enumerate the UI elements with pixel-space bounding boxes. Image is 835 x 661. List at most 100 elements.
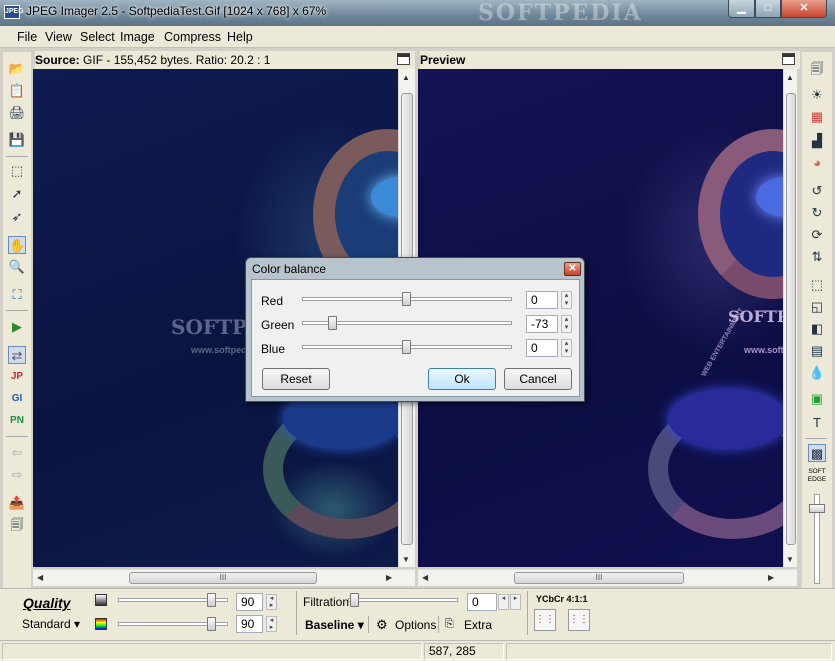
preview-watermark-url: www.softpedia.com	[744, 345, 783, 355]
title-bar[interactable]: JPEG JPEG Imager 2.5 - SoftpediaTest.Gif…	[0, 0, 835, 26]
crop-icon[interactable]: ⬚	[808, 276, 826, 294]
baseline-value: Baseline	[305, 618, 355, 632]
resize-icon[interactable]: ◱	[808, 298, 826, 316]
select-magic-icon[interactable]: ➶	[8, 208, 26, 226]
save-icon[interactable]: 💾	[8, 131, 26, 149]
preview-label: Preview	[420, 53, 466, 67]
green-input[interactable]: -73	[526, 315, 558, 333]
source-pane-header: Source: GIF - 155,452 bytes. Ratio: 20.2…	[35, 51, 415, 69]
color-grid-icon[interactable]: ▦	[808, 108, 826, 126]
green-box-icon[interactable]: ▣	[808, 390, 826, 408]
quality-input-2[interactable]: 90	[236, 615, 263, 633]
green-spin[interactable]: ▴ ▾	[561, 315, 572, 333]
tile-icon[interactable]: ▤	[808, 342, 826, 360]
scan-icon[interactable]: 🖨	[8, 104, 26, 122]
source-maximize-button[interactable]	[397, 53, 410, 65]
gif-format-icon[interactable]: GI	[8, 390, 26, 408]
rotate-icon[interactable]: ⟳	[808, 226, 826, 244]
filtration-spin-up[interactable]: ▸	[510, 594, 521, 610]
quality-spin-2[interactable]: ◂ ▸	[266, 616, 277, 632]
back-icon[interactable]: ⇦	[8, 444, 26, 462]
status-panel-3	[506, 643, 832, 660]
rotate-left-icon[interactable]: ↺	[808, 182, 826, 200]
source-horizontal-scrollbar[interactable]: ◀ III ▶	[33, 569, 415, 586]
menu-view[interactable]: View	[45, 30, 72, 44]
open-folder-icon[interactable]: 📂	[8, 60, 26, 78]
blue-slider[interactable]	[302, 340, 512, 354]
zoom-icon[interactable]: 🔍	[8, 258, 26, 276]
status-coords: 587, 285	[424, 643, 504, 660]
grayscale-icon	[95, 594, 107, 606]
export-icon[interactable]: 📤	[8, 494, 26, 512]
mirror-icon[interactable]: ◧	[808, 320, 826, 338]
subsampling-422-button[interactable]: ⋮⋮	[568, 609, 590, 631]
brightness-icon[interactable]: ☀	[808, 86, 826, 104]
color-icon	[95, 618, 107, 630]
green-slider[interactable]	[302, 316, 512, 330]
rotate-right-icon[interactable]: ↻	[808, 204, 826, 222]
menu-select[interactable]: Select	[80, 30, 115, 44]
hand-tool-icon[interactable]: ✋	[8, 236, 26, 254]
apply-icon[interactable]: ▶	[8, 318, 26, 336]
png-format-icon[interactable]: PN	[8, 412, 26, 430]
paste-icon[interactable]: 📋	[8, 82, 26, 100]
quality-spin-1[interactable]: ◂ ▸	[266, 594, 277, 610]
jpeg-format-icon[interactable]: JP	[8, 368, 26, 386]
histogram-icon[interactable]: ▟	[808, 132, 826, 150]
maximize-button[interactable]: □	[755, 0, 781, 18]
quality-slider-2[interactable]	[118, 617, 228, 631]
blue-label: Blue	[261, 342, 286, 356]
dialog-title: Color balance	[252, 262, 327, 276]
text-icon[interactable]: T	[808, 414, 826, 432]
select-lasso-icon[interactable]: ➚	[8, 185, 26, 203]
left-toolbar: 📂 📋 🖨 💾 ⬚ ➚ ➶ ✋ 🔍 ⛶ ▶ ⇄ JP GI PN ⇦ ⇨ 📤 🗐	[3, 52, 31, 637]
menu-help[interactable]: Help	[227, 30, 253, 44]
color-wheel-icon[interactable]: ◕	[808, 154, 826, 172]
preview-horizontal-scrollbar[interactable]: ◀ III ▶	[418, 569, 797, 586]
compare-icon[interactable]: ⇄	[8, 346, 26, 364]
quality-input-1[interactable]: 90	[236, 593, 263, 611]
cancel-button[interactable]: Cancel	[504, 368, 572, 390]
red-input[interactable]: 0	[526, 291, 558, 309]
preview-maximize-button[interactable]	[782, 53, 795, 65]
source-label: Source:	[35, 53, 80, 67]
copy-icon[interactable]: 🗐	[808, 60, 826, 78]
close-button[interactable]: ✕	[781, 0, 827, 18]
filtration-slider[interactable]	[348, 593, 458, 607]
select-rect-icon[interactable]: ⬚	[8, 162, 26, 180]
soft-edge-icon[interactable]: ▩	[808, 444, 826, 462]
filtration-input[interactable]: 0	[467, 593, 497, 611]
reset-button[interactable]: Reset	[262, 368, 330, 390]
menu-image[interactable]: Image	[120, 30, 155, 44]
fit-window-icon[interactable]: ⛶	[8, 286, 26, 304]
color-balance-dialog: Color balance ✕ Red 0 ▴ ▾ Green -73 ▴ ▾ Bl…	[245, 257, 585, 402]
green-label: Green	[261, 318, 295, 332]
menu-file[interactable]: File	[17, 30, 37, 44]
extra-icon: ⎘	[445, 618, 454, 630]
ok-button[interactable]: Ok	[428, 368, 496, 390]
forward-icon[interactable]: ⇨	[8, 466, 26, 484]
mode-dropdown[interactable]: Standard ▾	[22, 617, 80, 631]
red-label: Red	[261, 294, 284, 308]
extra-button[interactable]: Extra	[464, 618, 492, 632]
droplet-icon[interactable]: 💧	[808, 364, 826, 382]
batch-icon[interactable]: 🗐	[8, 516, 26, 534]
baseline-dropdown[interactable]: Baseline ▾	[305, 618, 364, 632]
dialog-close-button[interactable]: ✕	[564, 262, 581, 276]
blue-input[interactable]: 0	[526, 339, 558, 357]
flip-icon[interactable]: ⇅	[808, 248, 826, 266]
subsampling-411-button[interactable]: ⋮⋮	[534, 609, 556, 631]
options-gear-icon: ⚙	[376, 617, 388, 632]
quality-slider-1[interactable]	[118, 593, 228, 607]
right-toolbar: 🗐 ☀ ▦ ▟ ◕ ↺ ↻ ⟳ ⇅ ⬚ ◱ ◧ ▤ 💧 ▣ T ▩ SOFT E…	[802, 52, 832, 637]
red-spin[interactable]: ▴ ▾	[561, 291, 572, 309]
mode-value: Standard	[22, 617, 71, 631]
filtration-spin-down[interactable]: ◂	[498, 594, 509, 610]
options-button[interactable]: Options	[395, 618, 436, 632]
blue-spin[interactable]: ▴ ▾	[561, 339, 572, 357]
red-slider[interactable]	[302, 292, 512, 306]
soft-edge-knob[interactable]	[809, 504, 825, 513]
minimize-button[interactable]: ▁	[728, 0, 755, 18]
preview-vertical-scrollbar[interactable]: ▲ ▼	[783, 69, 797, 567]
menu-compress[interactable]: Compress	[164, 30, 221, 44]
